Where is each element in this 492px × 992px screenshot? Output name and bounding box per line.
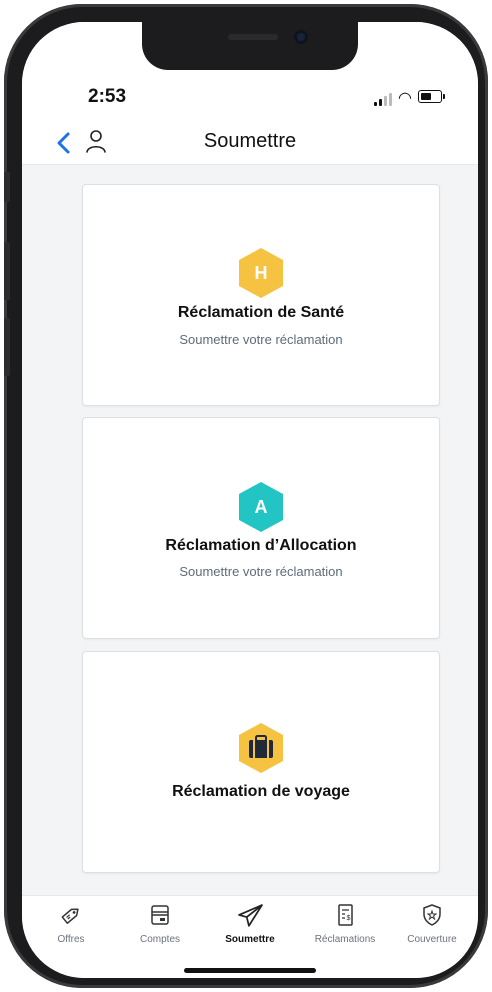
phone-frame: 2:53 ◠ Soumettre H Réclamation de Santé … <box>4 4 488 988</box>
svg-text:$: $ <box>347 915 351 922</box>
claim-card-subtitle: Soumettre votre réclamation <box>179 332 343 347</box>
navigation-bar: Soumettre <box>22 122 478 165</box>
volume-down-button <box>4 318 10 376</box>
mute-switch <box>4 172 10 202</box>
home-indicator[interactable] <box>184 968 316 973</box>
shield-icon <box>423 904 441 926</box>
tab-label: Offres <box>57 934 85 945</box>
screen: 2:53 ◠ Soumettre H Réclamation de Santé … <box>22 22 478 978</box>
signal-icon <box>374 92 394 106</box>
tab-offres[interactable]: Offres <box>31 904 111 952</box>
volume-up-button <box>4 242 10 300</box>
tab-soumettre[interactable]: Soumettre <box>210 904 290 952</box>
tab-comptes[interactable]: Comptes <box>120 904 200 952</box>
health-badge-letter: H <box>254 263 268 283</box>
allowance-badge: A <box>237 481 285 533</box>
tab-couverture[interactable]: Couverture <box>392 904 472 952</box>
claim-card-title: Réclamation d’Allocation <box>165 537 357 554</box>
claim-card-travel[interactable]: Réclamation de voyage <box>82 651 440 873</box>
claims-list: H Réclamation de Santé Soumettre votre r… <box>22 165 478 895</box>
travel-badge <box>237 722 285 774</box>
card-icon <box>151 905 169 925</box>
claim-card-subtitle: Soumettre votre réclamation <box>179 564 343 579</box>
claim-card-allowance[interactable]: A Réclamation d’Allocation Soumettre vot… <box>82 417 440 639</box>
status-icons: ◠ <box>374 88 446 108</box>
claim-card-title: Réclamation de Santé <box>177 304 345 321</box>
notch <box>142 22 358 70</box>
claim-card-title: Réclamation de voyage <box>172 783 350 800</box>
tab-bar: Offres Comptes Soumettre $ Réclamations … <box>22 895 478 978</box>
tab-reclamations[interactable]: $ Réclamations <box>305 904 385 952</box>
health-badge: H <box>237 247 285 299</box>
page-title: Soumettre <box>203 130 297 152</box>
tab-label: Réclamations <box>314 934 376 945</box>
receipt-icon: $ <box>338 904 353 926</box>
tab-label: Couverture <box>407 934 457 945</box>
tab-label: Soumettre <box>225 934 275 945</box>
status-time: 2:53 <box>88 86 127 107</box>
wifi-icon: ◠ <box>398 90 412 107</box>
battery-icon <box>418 90 445 103</box>
tag-icon <box>61 908 79 924</box>
speaker <box>228 34 278 40</box>
claim-card-health[interactable]: H Réclamation de Santé Soumettre votre r… <box>82 184 440 406</box>
paper-plane-icon <box>238 904 263 927</box>
tab-label: Comptes <box>139 934 180 945</box>
allowance-badge-letter: A <box>254 497 268 517</box>
front-camera <box>294 30 308 44</box>
